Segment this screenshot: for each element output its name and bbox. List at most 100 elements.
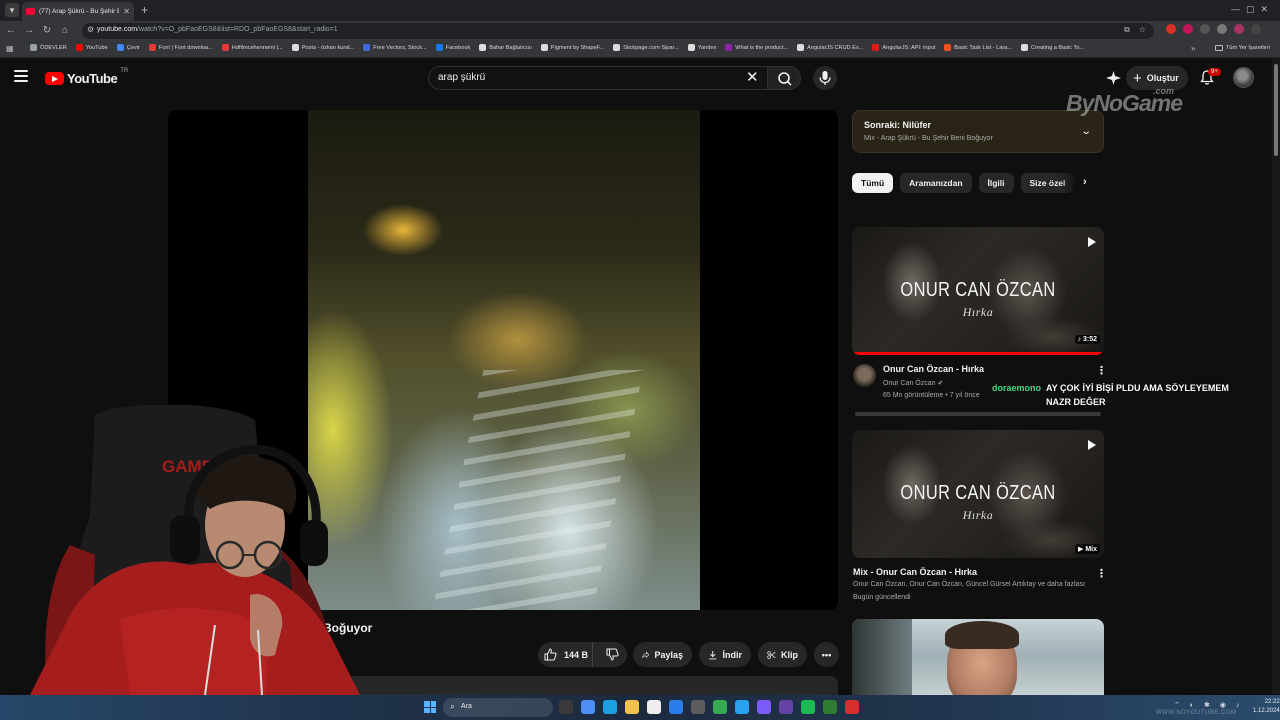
- like-button[interactable]: 144 B: [538, 642, 593, 667]
- bookmark-favicon-icon: [1021, 44, 1029, 51]
- task-view-icon[interactable]: [559, 700, 573, 714]
- twitch-icon[interactable]: [779, 700, 793, 714]
- thumbs-up-icon: [544, 648, 557, 661]
- bookmark-item[interactable]: Pigment by ShapeF...: [540, 44, 604, 51]
- bookmark-item[interactable]: Creating a Basic To...: [1021, 44, 1084, 51]
- channel-name[interactable]: Onur Can Özcan ✔: [883, 379, 943, 387]
- app-icon[interactable]: [691, 700, 705, 714]
- more-bookmarks-icon[interactable]: »: [1191, 44, 1195, 53]
- video-title: Boğuyor: [323, 621, 373, 635]
- bookmark-item[interactable]: Yandex: [687, 44, 716, 51]
- folder-icon: [1215, 45, 1223, 51]
- mix-badge: ▶ Mix: [1075, 544, 1100, 554]
- bookmark-item[interactable]: Bahar Bağlatıcısı: [479, 44, 532, 51]
- scrollbar-thumb[interactable]: [1274, 64, 1278, 156]
- forward-arrow-icon[interactable]: →: [22, 24, 36, 38]
- close-tab-icon[interactable]: ✕: [123, 7, 130, 16]
- bookmark-item[interactable]: Stickpage.com Sipar...: [613, 44, 679, 51]
- store-icon[interactable]: [647, 700, 661, 714]
- download-button[interactable]: İndir: [699, 642, 751, 667]
- extensions-puzzle-icon[interactable]: [1200, 24, 1210, 34]
- share-button[interactable]: Paylaş: [633, 642, 692, 667]
- extension-icon[interactable]: [1166, 24, 1176, 34]
- playlist-title: Mix - Arap Şükrü - Bu Şehir Beni Boğuyor: [864, 135, 993, 142]
- bookmark-item[interactable]: Free Vectors, Stock...: [363, 44, 427, 51]
- sparkle-icon[interactable]: [1106, 71, 1121, 85]
- mail-icon[interactable]: [669, 700, 683, 714]
- more-actions-button[interactable]: •••: [814, 642, 839, 667]
- taskbar-search[interactable]: ⌕ Ara: [443, 698, 553, 717]
- new-tab-button[interactable]: +: [141, 3, 148, 17]
- bookmark-item[interactable]: Basic Task List - Lara...: [944, 44, 1012, 51]
- tab-search-icon[interactable]: ▾: [5, 3, 19, 17]
- bookmark-item[interactable]: Hdfilmcehennemi |...: [221, 44, 283, 51]
- window-controls[interactable]: —▢✕: [1231, 4, 1274, 15]
- address-bar[interactable]: ⚙ youtube.com/watch?v=O_pbFaoEGS8&list=R…: [82, 23, 1154, 39]
- bookmark-item[interactable]: Font | Font downloa...: [148, 44, 213, 51]
- edge-icon[interactable]: [603, 700, 617, 714]
- search-button[interactable]: [767, 66, 801, 90]
- browser-tab-active[interactable]: (77) Arap Şükrü - Bu Şehir Beni ✕: [22, 2, 134, 21]
- bookmark-item[interactable]: ÖDEVLER: [30, 44, 67, 51]
- video-thumbnail[interactable]: ONUR CAN ÖZCAN Hırka ♪ 3:52: [852, 227, 1104, 355]
- discord-icon[interactable]: [757, 700, 771, 714]
- bookmark-item[interactable]: YouTube: [75, 44, 108, 51]
- windows-start-icon[interactable]: [424, 701, 436, 713]
- taskbar-clock[interactable]: 22:22 1.12.2024: [1253, 698, 1280, 716]
- chevron-down-icon[interactable]: ⌄: [1080, 126, 1092, 137]
- hover-card-edge: [855, 412, 1101, 416]
- channel-avatar[interactable]: [853, 364, 876, 387]
- back-arrow-icon[interactable]: ←: [4, 24, 18, 38]
- vertical-dots-icon[interactable]: ⋮: [1096, 567, 1107, 580]
- obs-icon[interactable]: [845, 700, 859, 714]
- extension-icons[interactable]: [1166, 24, 1261, 34]
- system-tray-icons[interactable]: ⌃ ◐ ✱ ◉ ♪: [1174, 701, 1243, 709]
- video-player[interactable]: [168, 110, 838, 610]
- horizontal-dots-icon: •••: [821, 649, 832, 660]
- search-input[interactable]: [438, 72, 728, 83]
- recommendation-title[interactable]: Onur Can Özcan - Hırka: [883, 364, 984, 374]
- account-avatar[interactable]: [1233, 67, 1254, 88]
- recommendation-title[interactable]: Mix - Onur Can Özcan - Hırka: [853, 567, 977, 577]
- apps-grid-icon[interactable]: ▦: [6, 44, 14, 53]
- menu-icon[interactable]: [1217, 24, 1227, 34]
- mix-thumbnail[interactable]: ONUR CAN ÖZCAN Hırka ▶ Mix: [852, 430, 1104, 558]
- chip-from-search[interactable]: Aramanızdan: [900, 173, 972, 193]
- bookmark-item[interactable]: What is the product...: [725, 44, 788, 51]
- video-thumbnail[interactable]: [852, 619, 1104, 699]
- voice-search-button[interactable]: [813, 66, 837, 90]
- youtube-logo[interactable]: YouTube TR: [45, 68, 128, 86]
- profile-icon[interactable]: [1234, 24, 1244, 34]
- bookmark-label: Creating a Basic To...: [1031, 44, 1085, 51]
- bookmark-label: Facebook: [445, 44, 471, 51]
- kebab-menu-icon[interactable]: [1251, 24, 1261, 34]
- vertical-dots-icon[interactable]: ⋮: [1096, 364, 1107, 377]
- extension-icon[interactable]: [1183, 24, 1193, 34]
- all-bookmarks-button[interactable]: Tüm Yer İşaretleri: [1215, 45, 1270, 51]
- bookmark-item[interactable]: Çevir: [116, 44, 140, 51]
- file-explorer-icon[interactable]: [625, 700, 639, 714]
- dislike-button[interactable]: [598, 648, 627, 661]
- guide-menu-icon[interactable]: [14, 70, 28, 82]
- spotify-icon[interactable]: [801, 700, 815, 714]
- app-icon[interactable]: [823, 700, 837, 714]
- chip-all[interactable]: Tümü: [852, 173, 894, 193]
- address-bar-actions[interactable]: ⧉☆: [1124, 25, 1155, 35]
- chip-related[interactable]: İlgili: [978, 173, 1014, 193]
- bookmark-item[interactable]: AngularJS CRUD Ex...: [797, 44, 863, 51]
- chevron-right-icon[interactable]: ›: [1083, 176, 1087, 188]
- clip-button[interactable]: Klip: [758, 642, 807, 667]
- bookmark-item[interactable]: Facebook: [435, 44, 471, 51]
- clear-search-icon[interactable]: ✕: [746, 70, 759, 86]
- app-icon[interactable]: [581, 700, 595, 714]
- bookmark-item[interactable]: Posta - özkan kural...: [291, 44, 354, 51]
- create-label: Oluştur: [1146, 73, 1179, 83]
- reload-icon[interactable]: ↻: [40, 24, 54, 38]
- home-icon[interactable]: ⌂: [58, 24, 72, 38]
- chrome-icon[interactable]: [713, 700, 727, 714]
- bookmark-item[interactable]: AngularJS: API: input: [872, 44, 935, 51]
- site-info-icon[interactable]: ⚙: [87, 25, 94, 34]
- search-box: [428, 66, 767, 90]
- clip-label: Klip: [781, 649, 798, 660]
- app-icon[interactable]: [735, 700, 749, 714]
